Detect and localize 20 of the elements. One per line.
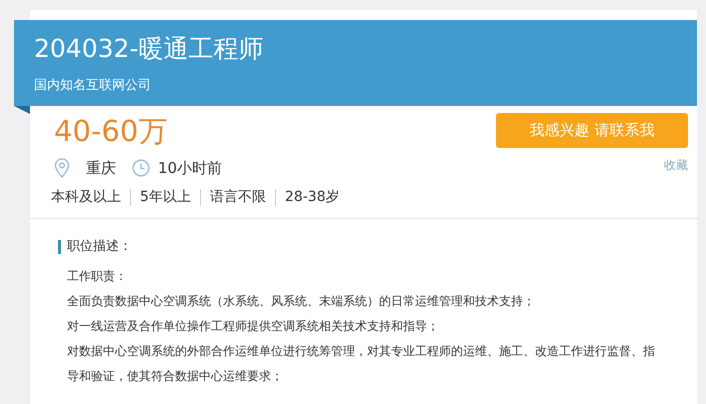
requirement-tag: 本科及以上 — [51, 187, 121, 208]
description-line: 对数据中心空调系统的外部合作运维单位进行统筹管理，对其专业工程师的运维、施工、改造工作进行监督、指 — [67, 344, 655, 358]
clock-icon — [132, 158, 150, 177]
location-pin-icon — [54, 158, 70, 178]
description-line: 对一线运营及合作单位操作工程师提供空调系统相关技术支持和指导； — [67, 319, 439, 333]
ribbon-fold — [14, 106, 30, 114]
section-heading: 职位描述： — [58, 240, 697, 254]
job-title: 204032-暖通工程师 — [34, 33, 264, 65]
location: 重庆 — [86, 158, 116, 178]
posted-time: 10小时前 — [158, 158, 222, 178]
contact-button[interactable]: 我感兴趣 请联系我 — [496, 112, 688, 148]
salary: 40-60万 — [54, 112, 168, 148]
requirement-tag: 5年以上 — [140, 187, 191, 208]
requirement-tag: 28-38岁 — [284, 187, 340, 208]
description-line: 导和验证，使其符合数据中心运维要求； — [67, 369, 283, 383]
favorite-link[interactable]: 收藏 — [664, 156, 688, 174]
company-name: 国内知名互联网公司 — [34, 77, 152, 95]
description-line: 工作职责： — [67, 269, 127, 283]
description-line: 全面负责数据中心空调系统（水系统、风系统、末端系统）的日常运维管理和技术支持； — [67, 294, 535, 308]
requirement-tag: 语言不限 — [210, 187, 266, 208]
